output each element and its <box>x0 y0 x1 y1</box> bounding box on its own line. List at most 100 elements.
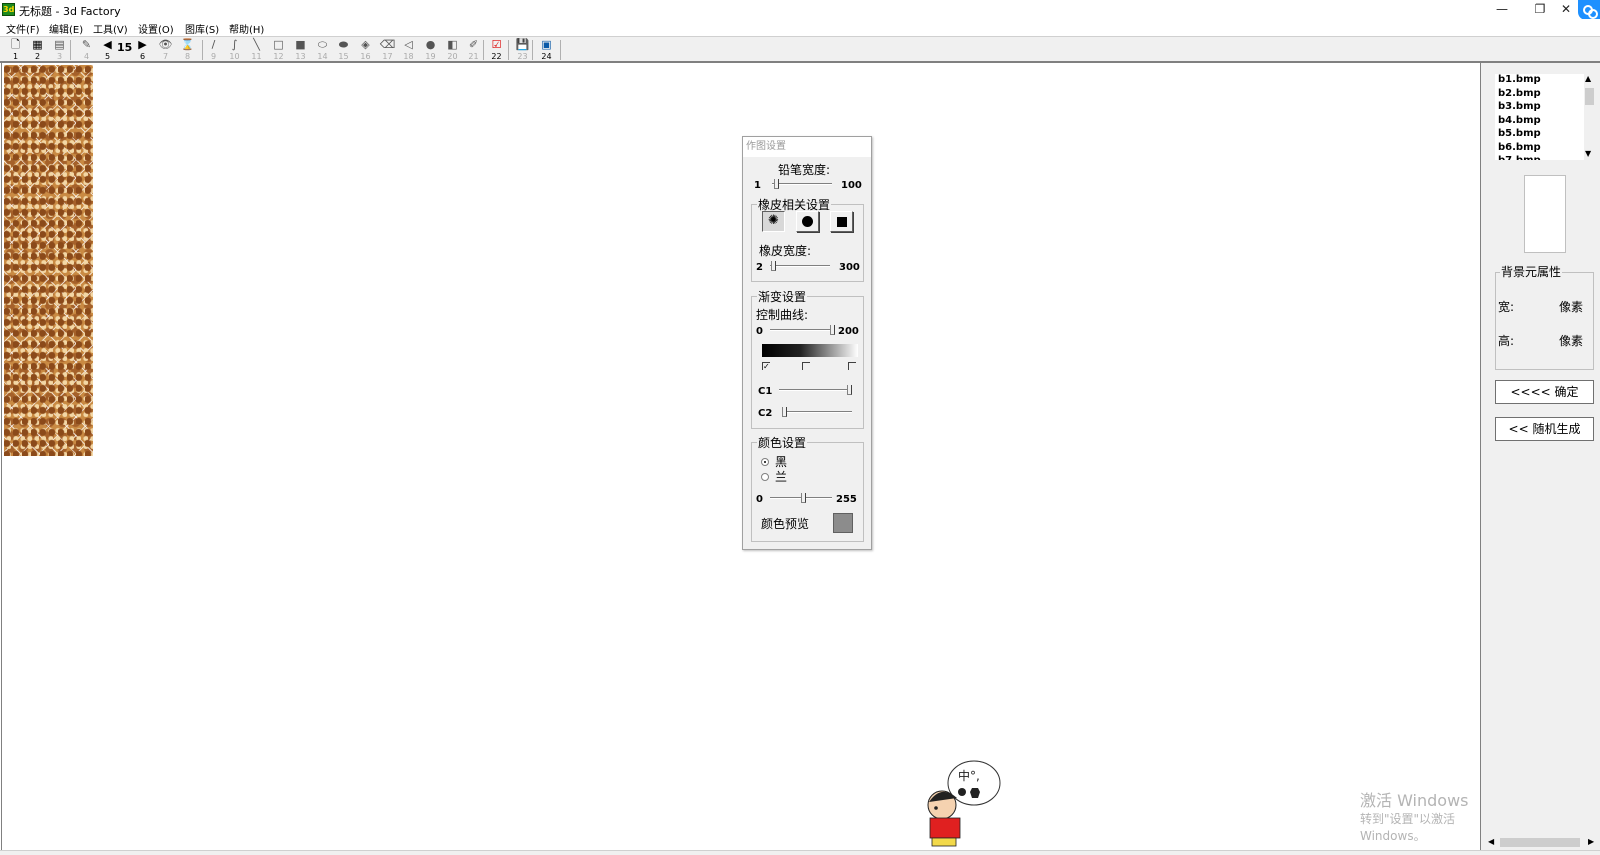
toolbar-button-6[interactable]: ▶ 6 <box>132 37 153 63</box>
ellipse-icon: ⬭ <box>317 38 328 51</box>
new-file-icon: 🗋 <box>11 38 20 51</box>
background-file-list[interactable]: b7.bmp b6.bmp b5.bmp b4.bmp b3.bmp b2.bmp b1.b… <box>1495 74 1595 160</box>
file-list-item[interactable]: b6.bmp <box>1498 142 1541 153</box>
gradient-checkbox-3[interactable] <box>848 362 856 370</box>
drawing-settings-dialog: 作图设置 铅笔宽度: 1 100 橡皮相关设置 ✺ 橡皮宽度: 2 300 渐变… <box>742 136 872 550</box>
slider-thumb[interactable] <box>774 179 779 189</box>
eraser-icon: ⌫ <box>379 38 396 51</box>
file-list-item[interactable]: b4.bmp <box>1498 115 1541 126</box>
line-icon: ╲ <box>253 38 260 51</box>
toolbar-button-number: 11 <box>251 52 262 61</box>
radio-black[interactable] <box>761 458 769 466</box>
toolbar-button-5[interactable]: ◀ 5 <box>97 37 118 63</box>
menu-gallery[interactable]: 图库(S) <box>185 21 219 36</box>
toolbar-button-number: 21 <box>468 52 479 61</box>
close-button[interactable]: ✕ <box>1553 0 1579 20</box>
drawing-canvas[interactable]: 激活 Windows 转到"设置"以激活 Windows。 <box>1 63 1480 850</box>
slider-thumb[interactable] <box>830 325 835 335</box>
toolbar-button-10[interactable]: ∫ 10 <box>224 37 245 63</box>
toolbar-button-17[interactable]: ⌫ 17 <box>377 37 398 63</box>
height-unit: 像素 <box>1559 334 1584 348</box>
eraser-spray-button[interactable]: ✺ <box>762 211 785 232</box>
right-panel-h-scrollbar[interactable]: ◀ ▶ <box>1486 836 1600 849</box>
toolbar-button-20[interactable]: ◧ 20 <box>442 37 463 63</box>
scroll-right-icon[interactable]: ▶ <box>1588 837 1594 846</box>
pencil-width-slider[interactable] <box>772 179 832 189</box>
toolbar-button-3[interactable]: ▤ 3 <box>49 37 70 63</box>
toolbar-button-7[interactable]: 👁 7 <box>155 37 176 63</box>
filter-icon: ⌛ <box>180 38 195 51</box>
cloud-sync-icon[interactable] <box>1578 0 1600 20</box>
slider-thumb[interactable] <box>782 407 787 417</box>
menu-file[interactable]: 文件(F) <box>6 21 40 36</box>
toolbar-button-11[interactable]: ╲ 11 <box>246 37 267 63</box>
curve-max: 200 <box>838 326 859 337</box>
toolbar-button-number: 12 <box>273 52 284 61</box>
toolbar-button-4[interactable]: ✎ 4 <box>76 37 97 63</box>
c2-slider[interactable] <box>782 407 852 417</box>
file-list-item[interactable]: b7.bmp <box>1498 155 1541 160</box>
background-texture-image <box>4 65 93 456</box>
file-list-item[interactable]: b5.bmp <box>1498 128 1541 139</box>
menu-settings[interactable]: 设置(O) <box>138 21 174 36</box>
radio-blue[interactable] <box>761 473 769 481</box>
toolbar-button-number: 8 <box>184 52 191 61</box>
toolbar-button-14[interactable]: ⬭ 14 <box>312 37 333 63</box>
toolbar-button-16[interactable]: ◈ 16 <box>355 37 376 63</box>
toolbar-button-1[interactable]: 🗋 1 <box>5 37 26 63</box>
mascot-bubble-text: 中°, <box>958 768 980 783</box>
toolbar-button-12[interactable]: □ 12 <box>268 37 289 63</box>
toolbar-button-number: 15 <box>338 52 349 61</box>
toolbar: 15 🗋 1 ▦ 2 ▤ 3 ✎ 4 ◀ 5 ▶ 6 👁 7 ⌛ 8/9 ∫ 10 ╲ 11 □ 12 ■ 13 ⬭ 14 ⬬ 15 ◈… <box>0 36 1600 63</box>
fill-bucket-icon: ◈ <box>361 38 370 51</box>
spray-star-icon: ✺ <box>768 213 779 228</box>
ime-mascot-icon[interactable]: 中°, <box>912 758 1002 850</box>
toolbar-button-18[interactable]: ◁ 18 <box>398 37 419 63</box>
control-curve-slider[interactable] <box>770 325 835 335</box>
color-group-title: 颜色设置 <box>757 434 808 451</box>
frame-counter: 15 <box>117 41 133 54</box>
element-preview-box <box>1524 175 1566 253</box>
file-list-scrollbar[interactable]: ▲ ▼ <box>1584 74 1595 160</box>
menu-help[interactable]: 帮助(H) <box>229 21 264 36</box>
eraser-round-button[interactable] <box>796 211 819 232</box>
scroll-up-icon[interactable]: ▲ <box>1585 74 1591 83</box>
app-logo-icon: 3d <box>2 3 15 16</box>
file-list-item[interactable]: b1.bmp <box>1498 74 1541 85</box>
menu-edit[interactable]: 编辑(E) <box>49 21 83 36</box>
h-scrollbar-thumb[interactable] <box>1500 838 1580 847</box>
slider-thumb[interactable] <box>847 385 852 395</box>
toolbar-button-19[interactable]: ● 19 <box>420 37 441 63</box>
gradient-checkbox-2[interactable] <box>802 362 810 370</box>
toolbar-button-22[interactable]: ☑ 22 <box>486 37 507 63</box>
gradient-checkbox-1[interactable]: ✓ <box>762 362 770 371</box>
c1-slider[interactable] <box>779 385 852 395</box>
confirm-button[interactable]: <<<< 确定 <box>1495 380 1594 404</box>
toolbar-button-number: 10 <box>229 52 240 61</box>
slider-thumb[interactable] <box>801 493 806 503</box>
menu-tools[interactable]: 工具(V) <box>93 21 128 36</box>
eraser-max: 300 <box>839 262 860 273</box>
toolbar-button-number: 9 <box>210 52 217 61</box>
scrollbar-thumb[interactable] <box>1585 88 1594 105</box>
slider-thumb[interactable] <box>771 261 776 271</box>
filled-rectangle-icon: ■ <box>295 38 306 51</box>
toolbar-button-2[interactable]: ▦ 2 <box>27 37 48 63</box>
eraser-square-button[interactable] <box>830 211 853 232</box>
toolbar-button-9[interactable]: /9 <box>203 37 224 63</box>
toolbar-button-13[interactable]: ■ 13 <box>290 37 311 63</box>
minimize-button[interactable]: — <box>1483 0 1521 20</box>
scroll-left-icon[interactable]: ◀ <box>1488 837 1494 846</box>
eraser-width-slider[interactable] <box>770 261 830 271</box>
toolbar-button-21[interactable]: ✐ 21 <box>463 37 484 63</box>
toolbar-button-8[interactable]: ⌛ 8 <box>177 37 198 63</box>
activation-watermark-title: 激活 Windows <box>1360 791 1469 810</box>
toolbar-button-24[interactable]: ▣ 24 <box>536 37 557 63</box>
random-generate-button[interactable]: << 随机生成 <box>1495 417 1594 441</box>
scroll-down-icon[interactable]: ▼ <box>1585 149 1591 158</box>
toolbar-button-15[interactable]: ⬬ 15 <box>333 37 354 63</box>
file-list-item[interactable]: b3.bmp <box>1498 101 1541 112</box>
color-value-slider[interactable] <box>770 493 832 503</box>
toolbar-button-23[interactable]: 💾 23 <box>512 37 533 63</box>
file-list-item[interactable]: b2.bmp <box>1498 88 1541 99</box>
